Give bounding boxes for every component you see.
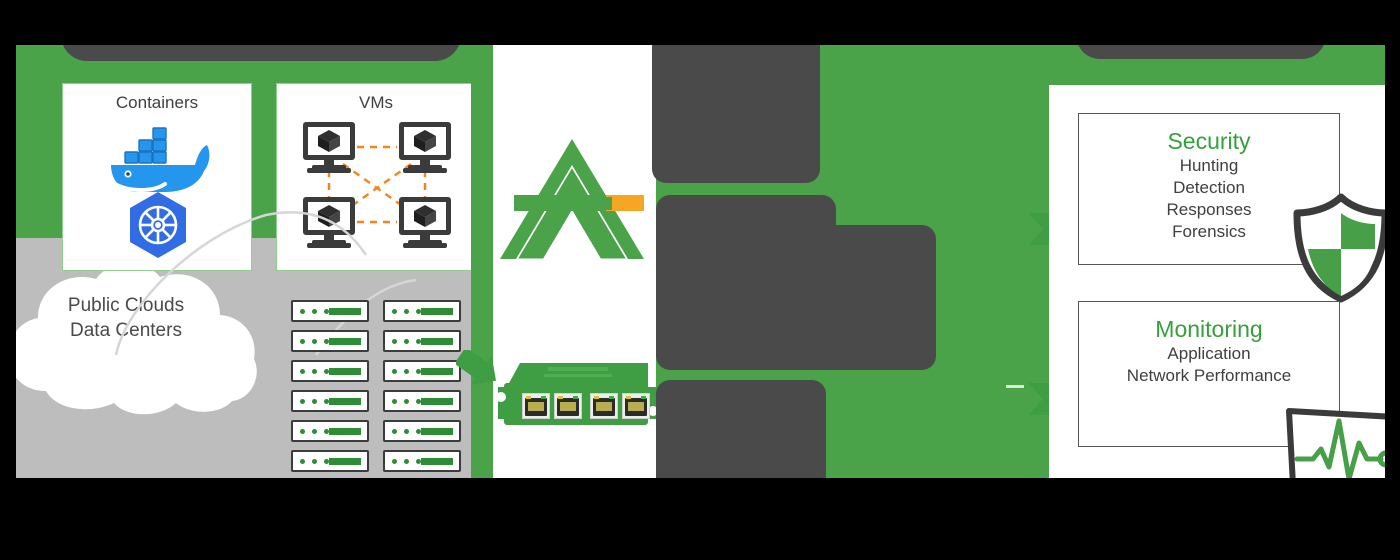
redacted-block: [61, 45, 461, 61]
redacted-block: [1076, 45, 1326, 59]
green-backdrop: Public Clouds Data Centers Containers VM…: [16, 45, 1385, 478]
monitoring-line-1: Application: [1167, 344, 1251, 363]
vm-monitor-icon: [303, 197, 355, 249]
containers-box: Containers: [62, 83, 252, 271]
cloud-line-2: Data Centers: [70, 320, 182, 341]
server-unit: [383, 390, 461, 412]
server-unit: [383, 420, 461, 442]
security-line-1: Hunting: [1179, 156, 1239, 175]
vm-monitor-icon: [399, 122, 451, 174]
vms-label: VMs: [359, 93, 393, 112]
vm-monitor-icon: [399, 197, 451, 249]
monitoring-line-2: Network Performance: [1126, 366, 1292, 385]
containers-label: Containers: [115, 93, 199, 112]
monitoring-title: Monitoring: [1155, 316, 1263, 342]
server-unit: [291, 330, 369, 352]
server-unit: [383, 330, 461, 352]
public-cloud-shape: Public Clouds Data Centers: [16, 263, 276, 438]
server-unit: [383, 360, 461, 382]
diagram-canvas: Public Clouds Data Centers Containers VM…: [0, 0, 1400, 560]
rj45-port: [622, 393, 650, 419]
rj45-port: [590, 393, 618, 419]
server-unit: [383, 450, 461, 472]
server-unit: [291, 420, 369, 442]
server-unit: [291, 360, 369, 382]
output-panel: Security Hunting Detection Responses For…: [1049, 85, 1385, 478]
rj45-port: [554, 393, 582, 419]
cloud-caption: Public Clouds Data Centers: [16, 293, 276, 343]
redacted-block: [652, 45, 820, 183]
flow-dash-marker: [1006, 385, 1024, 388]
security-title: Security: [1167, 128, 1251, 154]
server-unit: [291, 450, 369, 472]
redacted-block: [656, 380, 826, 478]
cloud-line-1: Public Clouds: [67, 295, 185, 316]
server-unit: [291, 390, 369, 412]
redacted-block: [716, 225, 936, 370]
vms-box: VMs: [276, 83, 476, 271]
server-unit: [291, 300, 369, 322]
vm-monitor-icon: [303, 122, 355, 174]
arkime-triangle-logo: [494, 133, 654, 273]
server-unit: [383, 300, 461, 322]
rj45-port: [522, 393, 550, 419]
